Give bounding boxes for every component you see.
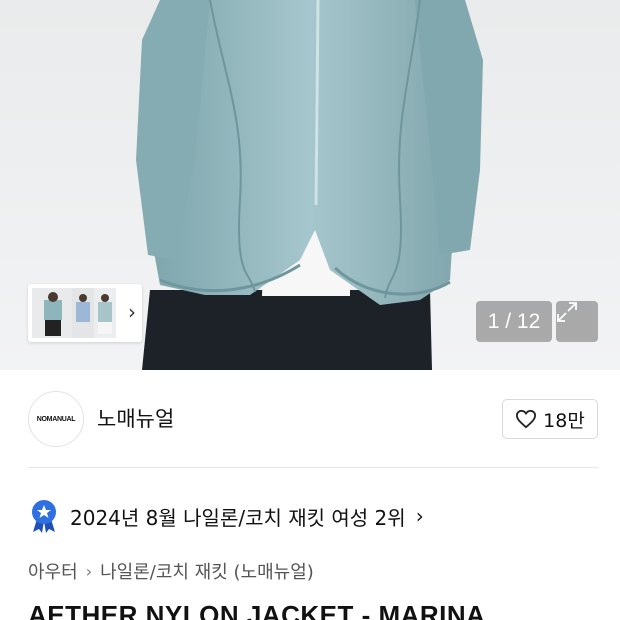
ranking-link[interactable]: 2024년 8월 나일론/코치 재킷 여성 2위 › <box>28 498 424 534</box>
brand-name[interactable]: 노매뉴얼 <box>97 403 174 433</box>
thumbnail-images[interactable] <box>32 288 116 338</box>
breadcrumb: 아우터 › 나일론/코치 재킷 (노매뉴얼) <box>28 558 314 584</box>
chevron-right-icon: › <box>85 561 93 581</box>
brand-logo[interactable]: NOMANUAL <box>28 391 84 447</box>
rank-badge-icon <box>32 500 56 533</box>
brand-row: NOMANUAL 노매뉴얼 18만 <box>0 370 620 468</box>
breadcrumb-item-category[interactable]: 나일론/코치 재킷 (노매뉴얼) <box>100 558 314 584</box>
brand-logo-text: NOMANUAL <box>36 415 76 423</box>
divider <box>28 467 598 468</box>
expand-icon <box>557 302 577 322</box>
image-counter: 1 / 12 <box>476 301 552 342</box>
breadcrumb-item-outer[interactable]: 아우터 <box>28 558 78 584</box>
expand-button[interactable] <box>556 301 598 342</box>
chevron-right-icon: › <box>415 504 424 528</box>
product-image-gallery[interactable]: › 1 / 12 <box>0 0 620 370</box>
ranking-text: 2024년 8월 나일론/코치 재킷 여성 2위 <box>70 505 406 530</box>
like-button[interactable]: 18만 <box>502 399 598 439</box>
thumbnail-strip[interactable]: › <box>28 284 142 342</box>
heart-icon <box>516 409 537 429</box>
product-title: AETHER NYLON JACKET - MARINA <box>28 600 486 620</box>
thumbnail-next-chevron-icon[interactable]: › <box>128 300 136 324</box>
like-count: 18만 <box>543 409 585 432</box>
